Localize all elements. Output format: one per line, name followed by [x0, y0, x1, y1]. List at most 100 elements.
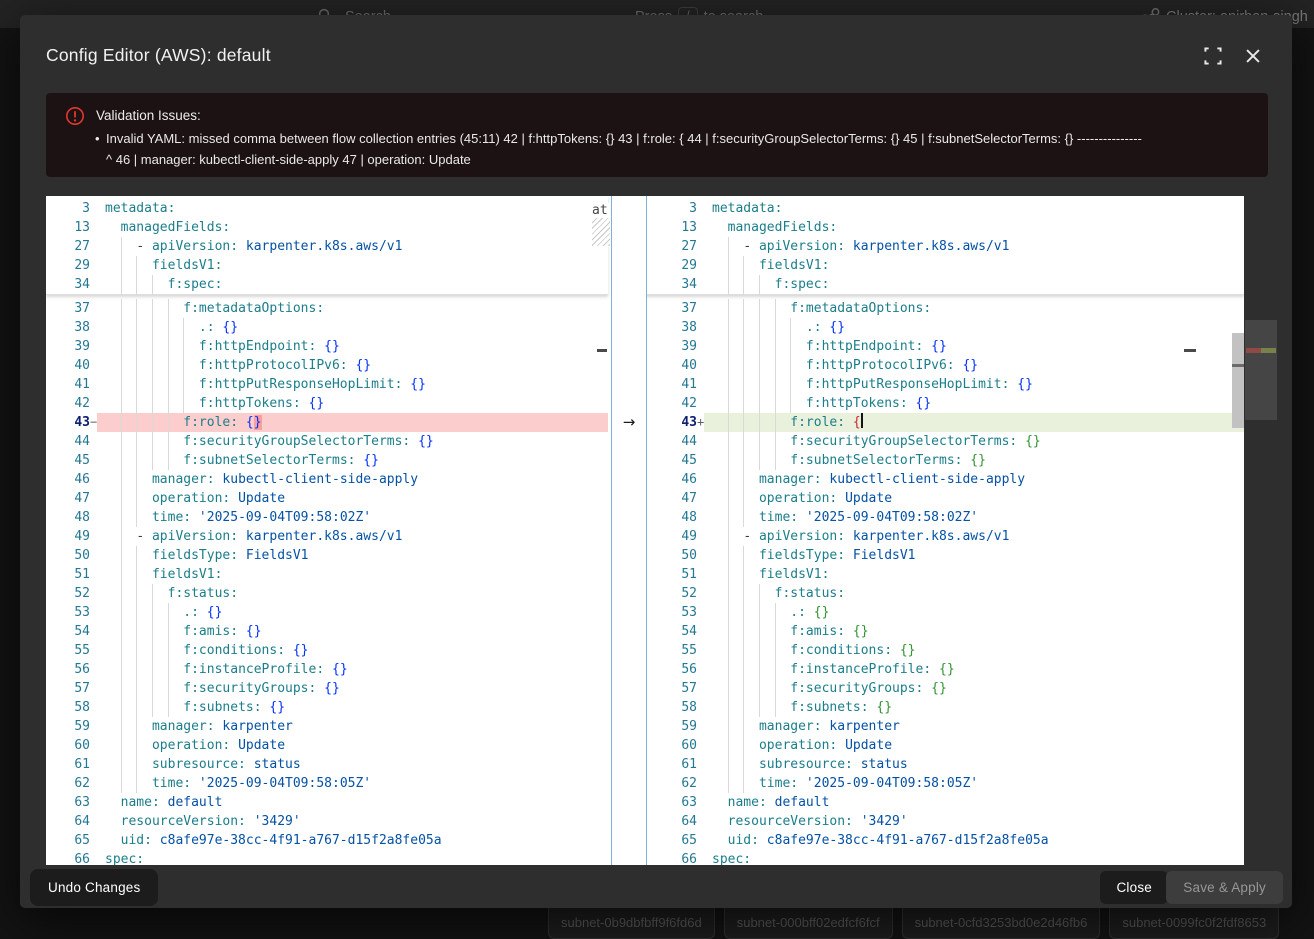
code-line-27[interactable]: 27 - apiVersion: karpenter.k8s.aws/v1: [645, 237, 1244, 256]
close-icon[interactable]: [1240, 43, 1266, 69]
code-line-13[interactable]: 13 managedFields:: [645, 218, 1244, 237]
close-button[interactable]: Close: [1100, 871, 1168, 904]
code-line-50[interactable]: 50 fieldsType: FieldsV1: [645, 546, 1244, 565]
code-line-47[interactable]: 47 operation: Update: [46, 489, 608, 508]
code-line-64[interactable]: 64 resourceVersion: '3429': [645, 812, 1244, 831]
background-chip: subnet-0cfd3253bd0e2d46fb6: [902, 904, 1101, 939]
code-line-34[interactable]: 34 f:spec:: [46, 275, 608, 294]
code-line-41[interactable]: 41 f:httpPutResponseHopLimit: {}: [46, 375, 608, 394]
code-line-29[interactable]: 29 fieldsV1:: [645, 256, 1244, 275]
code-line-57[interactable]: 57 f:securityGroups: {}: [645, 679, 1244, 698]
code-line-34[interactable]: 34 f:spec:: [645, 275, 1244, 294]
fullscreen-icon[interactable]: [1200, 43, 1226, 69]
code-line-49[interactable]: 49 - apiVersion: karpenter.k8s.aws/v1: [46, 527, 608, 546]
code-line-49[interactable]: 49 - apiVersion: karpenter.k8s.aws/v1: [645, 527, 1244, 546]
code-line-52[interactable]: 52 f:status:: [645, 584, 1244, 603]
code-line-3[interactable]: 3metadata:: [46, 199, 608, 218]
code-line-46[interactable]: 46 manager: kubectl-client-side-apply: [645, 470, 1244, 489]
code-line-50[interactable]: 50 fieldsType: FieldsV1: [46, 546, 608, 565]
line-number: 47: [46, 489, 90, 508]
validation-issue: • Invalid YAML: missed comma between flo…: [106, 129, 1250, 170]
code-line-52[interactable]: 52 f:status:: [46, 584, 608, 603]
code-line-47[interactable]: 47 operation: Update: [645, 489, 1244, 508]
undo-changes-button[interactable]: Undo Changes: [30, 869, 158, 906]
code-line-51[interactable]: 51 fieldsV1:: [645, 565, 1244, 584]
line-number: 56: [645, 660, 697, 679]
code-line-57[interactable]: 57 f:securityGroups: {}: [46, 679, 608, 698]
code-line-60[interactable]: 60 operation: Update: [46, 736, 608, 755]
code-line-42[interactable]: 42 f:httpTokens: {}: [645, 394, 1244, 413]
code-line-55[interactable]: 55 f:conditions: {}: [46, 641, 608, 660]
code-line-27[interactable]: 27 - apiVersion: karpenter.k8s.aws/v1: [46, 237, 608, 256]
code-line-39[interactable]: 39 f:httpEndpoint: {}: [46, 337, 608, 356]
code-line-65[interactable]: 65 uid: c8afe97e-38cc-4f91-a767-d15f2a8f…: [645, 831, 1244, 850]
code-line-41[interactable]: 41 f:httpPutResponseHopLimit: {}: [645, 375, 1244, 394]
line-number: 62: [46, 774, 90, 793]
line-number: 45: [46, 451, 90, 470]
diff-pane-original[interactable]: 3metadata:13 managedFields:27 - apiVersi…: [46, 196, 608, 865]
code-line-39[interactable]: 39 f:httpEndpoint: {}: [645, 337, 1244, 356]
code-line-62[interactable]: 62 time: '2025-09-04T09:58:05Z': [46, 774, 608, 793]
line-number: 58: [46, 698, 90, 717]
code-line-60[interactable]: 60 operation: Update: [645, 736, 1244, 755]
code-line-56[interactable]: 56 f:instanceProfile: {}: [46, 660, 608, 679]
code-modified[interactable]: 37 f:metadataOptions:38 .: {}39 f:httpEn…: [645, 299, 1244, 865]
code-line-43[interactable]: 43+ f:role: {: [645, 413, 1244, 432]
code-line-59[interactable]: 59 manager: karpenter: [645, 717, 1244, 736]
line-number: 27: [46, 237, 90, 256]
code-line-53[interactable]: 53 .: {}: [645, 603, 1244, 622]
diff-pane-modified[interactable]: 3metadata:13 managedFields:27 - apiVersi…: [645, 196, 1244, 865]
code-line-37[interactable]: 37 f:metadataOptions:: [46, 299, 608, 318]
code-line-64[interactable]: 64 resourceVersion: '3429': [46, 812, 608, 831]
code-line-38[interactable]: 38 .: {}: [46, 318, 608, 337]
code-line-61[interactable]: 61 subresource: status: [645, 755, 1244, 774]
code-line-54[interactable]: 54 f:amis: {}: [46, 622, 608, 641]
code-line-40[interactable]: 40 f:httpProtocolIPv6: {}: [645, 356, 1244, 375]
line-number: 64: [645, 812, 697, 831]
code-line-44[interactable]: 44 f:securityGroupSelectorTerms: {}: [46, 432, 608, 451]
code-line-3[interactable]: 3metadata:: [645, 199, 1244, 218]
code-line-38[interactable]: 38 .: {}: [645, 318, 1244, 337]
vertical-scrollbar[interactable]: [1232, 333, 1244, 428]
save-apply-button[interactable]: Save & Apply: [1166, 871, 1283, 904]
code-line-44[interactable]: 44 f:securityGroupSelectorTerms: {}: [645, 432, 1244, 451]
code-line-48[interactable]: 48 time: '2025-09-04T09:58:02Z': [645, 508, 1244, 527]
code-line-51[interactable]: 51 fieldsV1:: [46, 565, 608, 584]
code-line-56[interactable]: 56 f:instanceProfile: {}: [645, 660, 1244, 679]
code-original[interactable]: 37 f:metadataOptions:38 .: {}39 f:httpEn…: [46, 299, 608, 865]
code-line-58[interactable]: 58 f:subnets: {}: [46, 698, 608, 717]
code-line-42[interactable]: 42 f:httpTokens: {}: [46, 394, 608, 413]
line-number: 53: [645, 603, 697, 622]
code-line-63[interactable]: 63 name: default: [645, 793, 1244, 812]
yaml-diff-editor[interactable]: 3metadata:13 managedFields:27 - apiVersi…: [46, 196, 1244, 865]
code-line-62[interactable]: 62 time: '2025-09-04T09:58:05Z': [645, 774, 1244, 793]
line-number: 46: [46, 470, 90, 489]
code-line-65[interactable]: 65 uid: c8afe97e-38cc-4f91-a767-d15f2a8f…: [46, 831, 608, 850]
code-line-46[interactable]: 46 manager: kubectl-client-side-apply: [46, 470, 608, 489]
code-line-29[interactable]: 29 fieldsV1:: [46, 256, 608, 275]
code-line-55[interactable]: 55 f:conditions: {}: [645, 641, 1244, 660]
code-line-66[interactable]: 66spec:: [645, 850, 1244, 865]
code-line-37[interactable]: 37 f:metadataOptions:: [645, 299, 1244, 318]
code-line-40[interactable]: 40 f:httpProtocolIPv6: {}: [46, 356, 608, 375]
diff-splitter[interactable]: →: [611, 196, 647, 865]
line-number: 52: [645, 584, 697, 603]
code-line-45[interactable]: 45 f:subnetSelectorTerms: {}: [645, 451, 1244, 470]
code-line-54[interactable]: 54 f:amis: {}: [645, 622, 1244, 641]
code-line-61[interactable]: 61 subresource: status: [46, 755, 608, 774]
code-line-66[interactable]: 66spec:: [46, 850, 608, 865]
code-line-48[interactable]: 48 time: '2025-09-04T09:58:02Z': [46, 508, 608, 527]
diff-arrow-icon[interactable]: →: [612, 413, 646, 432]
code-line-63[interactable]: 63 name: default: [46, 793, 608, 812]
line-number: 3: [645, 199, 697, 218]
code-line-45[interactable]: 45 f:subnetSelectorTerms: {}: [46, 451, 608, 470]
code-line-59[interactable]: 59 manager: karpenter: [46, 717, 608, 736]
line-number: 49: [645, 527, 697, 546]
config-editor-dialog: Config Editor (AWS): default Validation …: [20, 15, 1292, 908]
code-line-53[interactable]: 53 .: {}: [46, 603, 608, 622]
code-line-58[interactable]: 58 f:subnets: {}: [645, 698, 1244, 717]
overview-ruler[interactable]: [1245, 320, 1277, 420]
code-line-13[interactable]: 13 managedFields:: [46, 218, 608, 237]
code-line-43[interactable]: 43− f:role: {}: [46, 413, 608, 432]
line-number: 48: [46, 508, 90, 527]
